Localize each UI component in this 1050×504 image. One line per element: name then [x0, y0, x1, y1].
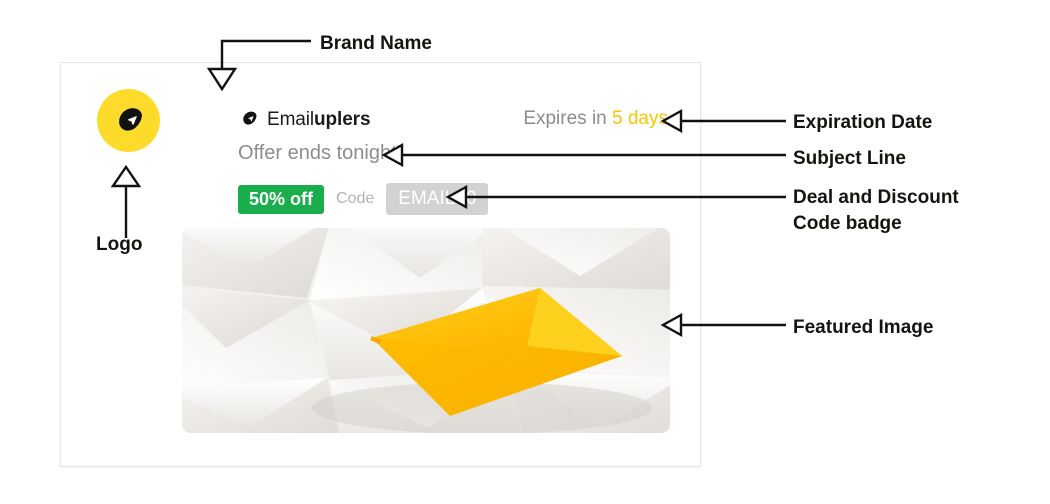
annotation-label-subject-line: Subject Line [793, 148, 906, 169]
card-header-row: Emailuplers Expires in 5 days [238, 108, 668, 134]
brand-name-light: Email [267, 108, 315, 130]
discount-badge: 50% off [238, 184, 325, 214]
expiration-text: Expires in 5 days [523, 109, 668, 128]
subject-line-text: Offer ends tonight! [238, 142, 403, 164]
deal-row: 50% off Code EMAIL50 [238, 183, 489, 215]
annotation-label-expiration-date: Expiration Date [793, 112, 933, 133]
annotation-label-deal-badge: Deal and Discount Code badge [793, 187, 959, 234]
code-label: Code [336, 190, 375, 207]
annotation-label-brand-name: Brand Name [320, 33, 432, 54]
annotation-label-featured-image: Featured Image [793, 317, 934, 338]
promo-code-badge[interactable]: EMAIL50 [386, 183, 489, 215]
emailuplers-logo-icon [97, 89, 160, 152]
annotation-label-logo: Logo [96, 234, 143, 255]
brand-name-text: Emailuplers [267, 108, 371, 130]
annotated-email-preview: Emailuplers Expires in 5 days Offer ends… [0, 0, 1050, 504]
expiration-prefix: Expires in [523, 108, 607, 129]
brand-name-block: Emailuplers [238, 108, 371, 130]
expiration-value: 5 days [612, 108, 668, 129]
email-preview-card: Emailuplers Expires in 5 days Offer ends… [60, 62, 701, 467]
featured-image [182, 228, 670, 433]
brand-name-bold: uplers [314, 108, 371, 130]
emailuplers-brand-icon [238, 108, 260, 130]
brand-logo [97, 89, 160, 152]
